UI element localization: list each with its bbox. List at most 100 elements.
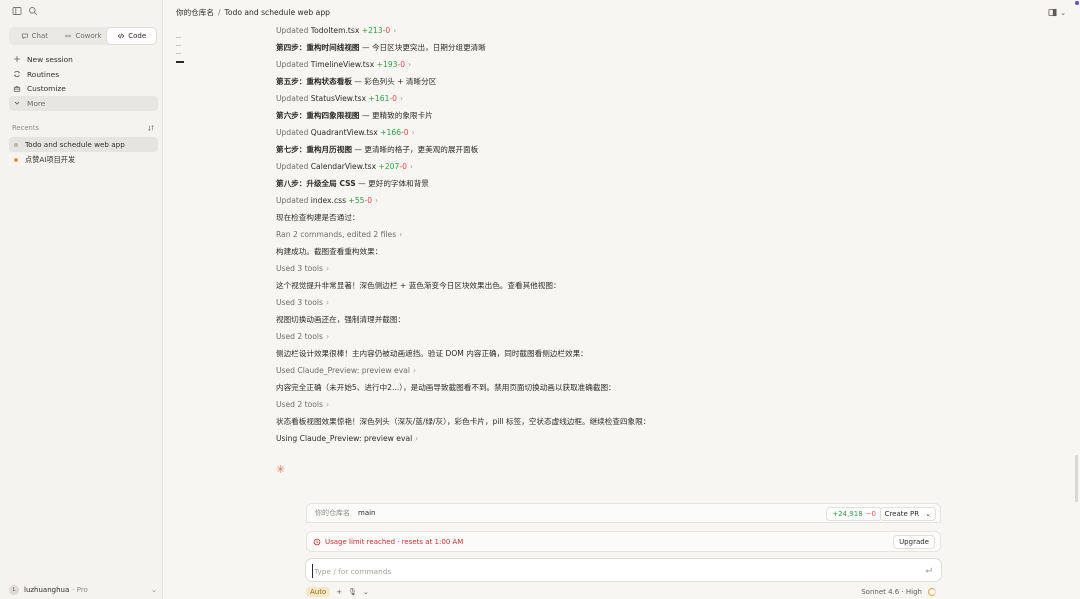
- chevron-down-icon[interactable]: ⌄: [1060, 9, 1066, 17]
- recents-label: Recents: [12, 124, 40, 132]
- sidebar-item-customize[interactable]: Customize: [9, 81, 158, 96]
- model-selector[interactable]: Sonnet 4.6 · High: [861, 588, 936, 596]
- chevron-down-icon[interactable]: ⌄: [363, 588, 369, 596]
- step-message: 第六步：重构四象限视图 — 更精致的象限卡片: [276, 111, 433, 120]
- chevron-right-icon: ›: [326, 298, 330, 307]
- chevron-right-icon: ›: [399, 230, 403, 239]
- search-icon[interactable]: [28, 6, 38, 18]
- assistant-text: 状态看板视图效果惊艳！深色列头（深灰/蓝/绿/灰），彩色卡片，pill 标签，空…: [276, 417, 651, 426]
- tool-summary-row[interactable]: Ran 2 commands, edited 2 files ›: [276, 230, 402, 240]
- sidebar-item-routines[interactable]: Routines: [9, 67, 158, 82]
- recent-item-label: Todo and schedule web app: [25, 140, 125, 149]
- chevron-down-icon: ⌄: [151, 586, 157, 594]
- tool-summary-row[interactable]: Used 2 tools ›: [276, 400, 329, 410]
- repo-name[interactable]: 你的仓库名: [315, 508, 350, 518]
- status-dot-icon: [14, 142, 18, 147]
- chevron-right-icon: ›: [412, 366, 417, 375]
- create-pr-button[interactable]: Create PR ⌄: [879, 507, 936, 521]
- usage-limit-text: Usage limit reached · resets at 1:00 AM: [325, 537, 464, 546]
- assistant-text: 视图切换动画还在，强制清理并截图：: [276, 315, 406, 324]
- model-label: Sonnet 4.6 · High: [861, 588, 922, 596]
- plus-icon: [14, 56, 20, 63]
- file-update-row[interactable]: Updated TodoItem.tsx +213-0 ›: [276, 26, 396, 36]
- create-pr-label: Create PR: [884, 510, 920, 518]
- tool-summary-row-active[interactable]: Using Claude_Preview: preview eval ›: [276, 434, 418, 444]
- breadcrumb-session[interactable]: Todo and schedule web app: [225, 8, 330, 17]
- chevron-right-icon: ›: [411, 128, 415, 137]
- chevron-right-icon: ›: [326, 400, 330, 409]
- usage-limit-banner: Usage limit reached · resets at 1:00 AM …: [306, 531, 941, 552]
- tool-summary-row[interactable]: Used Claude_Preview: preview eval ›: [276, 366, 416, 376]
- step-message: 第四步：重构时间线视图 — 今日区块更突出，日期分组更清晰: [276, 43, 486, 52]
- tool-summary-row[interactable]: Used 2 tools ›: [276, 332, 329, 342]
- user-plan-label: Pro: [76, 586, 88, 594]
- diff-removed: −0: [865, 510, 876, 518]
- prompt-input[interactable]: [312, 564, 912, 578]
- tool-summary-row[interactable]: Used 3 tools ›: [276, 298, 329, 308]
- panel-icon[interactable]: [1048, 8, 1057, 17]
- enter-icon[interactable]: [924, 566, 933, 577]
- assistant-text: 侧边栏设计效果很棒！主内容仍被动画遮挡。验证 DOM 内容正确，同时截图看侧边栏…: [276, 349, 588, 358]
- recents-header: Recents: [12, 124, 155, 132]
- context-usage-icon: [928, 588, 936, 596]
- add-icon[interactable]: +: [336, 588, 342, 596]
- thinking-spinner-icon: ✳: [276, 463, 286, 476]
- chevron-right-icon: ›: [393, 26, 397, 35]
- sidebar-item-label: More: [27, 98, 46, 108]
- upgrade-button[interactable]: Upgrade: [893, 535, 935, 549]
- sidebar-item-label: Routines: [27, 69, 60, 79]
- sidebar-item-new-session[interactable]: New session: [9, 52, 158, 67]
- prompt-box: [305, 558, 942, 582]
- file-update-row[interactable]: Updated CalendarView.tsx +207-0 ›: [276, 162, 413, 172]
- routines-icon: [13, 70, 21, 78]
- mode-badge[interactable]: Auto: [306, 587, 331, 597]
- step-message: 第八步：升级全局 CSS — 更好的字体和背景: [276, 179, 429, 188]
- chevron-right-icon: ›: [326, 264, 330, 273]
- assistant-text: 这个视觉提升非常显著！深色侧边栏 + 蓝色渐变今日区块效果出色。查看其他视图：: [276, 281, 561, 290]
- tab-chat[interactable]: Chat: [10, 28, 59, 44]
- cowork-icon: [65, 34, 72, 38]
- chevron-down-icon[interactable]: ⌄: [925, 510, 931, 518]
- header-actions: ⌄: [1048, 8, 1066, 17]
- sidebar-nav: New session Routines Customize More: [9, 52, 158, 111]
- user-name: luzhuanghua: [24, 586, 70, 594]
- briefcase-icon: [13, 85, 21, 92]
- chevron-down-icon: [14, 102, 20, 106]
- recent-item-label: 点赞AI项目开发: [25, 154, 76, 164]
- tab-code[interactable]: Code: [107, 28, 157, 44]
- toggle-sidebar-icon[interactable]: [12, 6, 22, 18]
- recent-item-todo-app[interactable]: Todo and schedule web app: [9, 137, 158, 152]
- diff-stats[interactable]: +24,918 −0: [826, 507, 882, 521]
- tab-chat-label: Chat: [31, 32, 49, 40]
- scrollbar[interactable]: [1075, 455, 1078, 502]
- assistant-text: 现在检查构建是否通过：: [276, 213, 360, 222]
- tab-code-label: Code: [128, 32, 147, 40]
- recent-item-ai-project[interactable]: 点赞AI项目开发: [9, 152, 158, 167]
- step-message: 第五步：重构状态看板 — 彩色列头 + 清晰分区: [276, 77, 437, 86]
- step-message: 第七步：重构月历视图 — 更清晰的格子，更美观的展开面板: [276, 145, 479, 154]
- tab-cowork[interactable]: Cowork: [59, 28, 108, 44]
- breadcrumb-repo[interactable]: 你的仓库名: [176, 7, 214, 18]
- sort-icon[interactable]: [147, 124, 155, 132]
- avatar: L: [9, 585, 19, 595]
- composer-toolbar: Auto + 🎙 ⌄: [306, 587, 369, 597]
- user-menu[interactable]: L luzhuanghua · Pro ⌄: [9, 585, 157, 595]
- code-icon: [117, 33, 125, 39]
- breadcrumb-separator: /: [217, 7, 221, 17]
- file-update-row[interactable]: Updated StatusView.tsx +161-0 ›: [276, 94, 403, 104]
- notification-dot: [1075, 1, 1079, 5]
- limit-icon: [313, 538, 321, 545]
- status-dot-icon: [14, 157, 18, 162]
- sidebar-top: [0, 0, 162, 24]
- mic-icon[interactable]: 🎙: [348, 588, 357, 596]
- file-update-row[interactable]: Updated QuadrantView.tsx +166-0 ›: [276, 128, 415, 138]
- chevron-right-icon: ›: [415, 434, 419, 443]
- file-update-row[interactable]: Updated TimelineView.tsx +193-0 ›: [276, 60, 411, 70]
- sidebar-item-more[interactable]: More: [9, 96, 158, 111]
- scroll-minimap[interactable]: [176, 37, 184, 70]
- branch-name[interactable]: main: [358, 509, 376, 517]
- tool-summary-row[interactable]: Used 3 tools ›: [276, 264, 329, 274]
- file-update-row[interactable]: Updated index.css +55-0 ›: [276, 196, 378, 206]
- diff-added: +24,918: [832, 510, 863, 518]
- chevron-right-icon: ›: [375, 196, 379, 205]
